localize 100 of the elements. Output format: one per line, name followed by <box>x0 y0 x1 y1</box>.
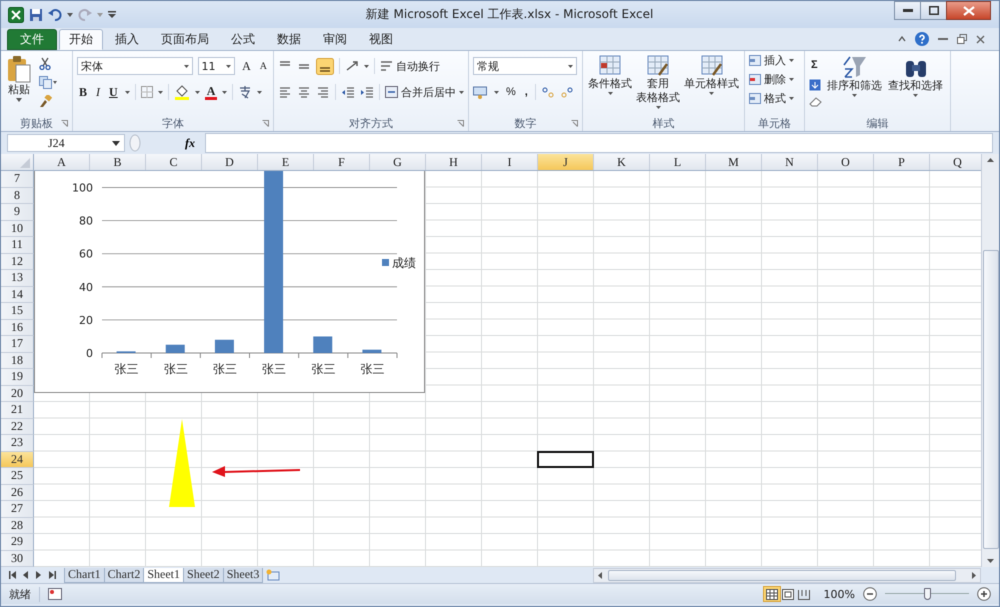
save-icon[interactable] <box>29 8 43 22</box>
row-header[interactable]: 24 <box>1 452 34 468</box>
phonetic-guide-icon[interactable] <box>238 85 252 99</box>
undo-icon[interactable] <box>48 8 62 22</box>
column-header[interactable]: G <box>370 154 426 170</box>
font-color-button[interactable]: A <box>204 84 218 100</box>
insert-function-button[interactable]: fx <box>145 136 201 150</box>
column-header[interactable]: J <box>538 154 594 170</box>
style-button[interactable]: 条件格式 <box>587 54 633 96</box>
customize-toolbar-icon[interactable] <box>108 10 116 18</box>
caret-icon[interactable] <box>67 12 73 16</box>
orientation-icon[interactable] <box>345 60 359 72</box>
bold-button[interactable]: B <box>77 84 90 100</box>
help-icon[interactable] <box>915 32 929 46</box>
increase-decimal-icon[interactable] <box>540 86 555 98</box>
row-header[interactable]: 26 <box>1 484 34 501</box>
zoom-level[interactable]: 100% <box>824 588 855 600</box>
row-header[interactable]: 12 <box>1 254 34 270</box>
caret-icon[interactable] <box>194 90 200 94</box>
increase-indent-icon[interactable] <box>360 86 374 98</box>
column-header[interactable]: E <box>258 154 314 170</box>
currency-icon[interactable] <box>473 86 489 98</box>
dialog-launcher-icon[interactable] <box>457 120 464 127</box>
border-icon[interactable] <box>140 86 153 98</box>
row-header[interactable]: 9 <box>1 204 34 220</box>
shrink-font-button[interactable]: A <box>258 58 269 74</box>
paste-button[interactable]: 粘贴 <box>5 54 33 103</box>
row-header[interactable]: 30 <box>1 550 34 567</box>
column-header[interactable]: F <box>314 154 370 170</box>
merge-center-button[interactable]: 合并后居中 <box>385 84 464 100</box>
caret-icon[interactable] <box>222 90 228 94</box>
formula-field[interactable] <box>205 133 993 153</box>
italic-button[interactable]: I <box>94 84 102 100</box>
column-header[interactable]: B <box>90 154 146 170</box>
font-name-field[interactable]: 宋体 <box>77 57 192 75</box>
percent-button[interactable]: % <box>504 84 518 100</box>
row-header[interactable]: 22 <box>1 418 34 435</box>
underline-button[interactable]: U <box>107 84 120 100</box>
caret-icon[interactable] <box>494 90 499 94</box>
ribbon-tab[interactable]: 页面布局 <box>151 29 219 50</box>
minimize-button[interactable] <box>894 1 921 20</box>
column-header[interactable]: D <box>202 154 258 170</box>
decrease-indent-icon[interactable] <box>341 86 355 98</box>
grow-font-button[interactable]: A <box>240 58 253 74</box>
row-header[interactable]: 15 <box>1 303 34 320</box>
column-header[interactable]: A <box>34 154 90 170</box>
row-header[interactable]: 7 <box>1 171 34 188</box>
format-painter-icon[interactable] <box>39 95 52 108</box>
eraser-icon[interactable] <box>809 97 822 107</box>
editing-button[interactable]: 排序和筛选 <box>826 54 883 98</box>
column-header[interactable]: P <box>874 154 930 170</box>
insert-sheet-icon[interactable] <box>266 569 280 581</box>
cut-icon[interactable] <box>39 57 51 70</box>
row-header[interactable]: 20 <box>1 386 34 402</box>
sheet-tab[interactable]: Chart1 <box>64 568 105 582</box>
row-header[interactable]: 13 <box>1 270 34 286</box>
restore-icon[interactable] <box>957 34 967 44</box>
maximize-button[interactable] <box>920 1 947 20</box>
ribbon-tab[interactable]: 视图 <box>359 29 403 50</box>
close-icon[interactable] <box>976 34 985 44</box>
sheet-tab[interactable]: Sheet1 <box>143 568 184 582</box>
dialog-launcher-icon[interactable] <box>571 120 578 127</box>
dialog-launcher-icon[interactable] <box>61 120 68 127</box>
fill-color-icon[interactable] <box>174 84 190 100</box>
editing-button[interactable]: 查找和选择 <box>887 54 944 98</box>
caret-icon[interactable] <box>257 90 262 94</box>
column-header[interactable]: K <box>594 154 650 170</box>
row-header[interactable]: 10 <box>1 220 34 237</box>
ribbon-tab[interactable]: 数据 <box>267 29 311 50</box>
align-bottom-icon[interactable] <box>316 58 334 74</box>
column-header[interactable]: M <box>706 154 762 170</box>
collapse-ribbon-icon[interactable] <box>898 36 906 42</box>
ribbon-tab[interactable]: 审阅 <box>313 29 357 50</box>
zoom-in-icon[interactable] <box>977 587 991 601</box>
ribbon-tab[interactable]: 插入 <box>105 29 149 50</box>
column-header[interactable]: N <box>762 154 818 170</box>
sheet-tab[interactable]: Sheet3 <box>222 568 264 582</box>
resize-handle-icon[interactable] <box>129 134 141 152</box>
row-header[interactable]: 29 <box>1 534 34 550</box>
scroll-thumb[interactable] <box>982 250 999 549</box>
cells-button[interactable]: 插入 <box>749 53 800 68</box>
row-header[interactable]: 23 <box>1 435 34 452</box>
copy-icon[interactable] <box>39 76 57 89</box>
ribbon-tab[interactable]: 开始 <box>59 29 103 50</box>
scroll-thumb[interactable] <box>608 570 956 580</box>
minimize-icon[interactable] <box>938 37 948 41</box>
caret-icon[interactable] <box>124 90 130 94</box>
vertical-scrollbar[interactable] <box>981 154 999 567</box>
file-tab[interactable]: 文件 <box>7 29 57 50</box>
caret-icon[interactable] <box>364 64 369 68</box>
align-center-icon[interactable] <box>297 86 311 98</box>
zoom-slider-thumb[interactable] <box>924 588 931 600</box>
align-left-icon[interactable] <box>278 86 292 98</box>
cells-button[interactable]: 格式 <box>749 91 800 106</box>
wrap-text-button[interactable]: 自动换行 <box>380 58 440 74</box>
style-button[interactable]: 单元格样式 <box>683 54 740 96</box>
row-header[interactable]: 18 <box>1 352 34 369</box>
sheet-tab[interactable]: Sheet2 <box>183 568 224 582</box>
last-sheet-icon[interactable] <box>49 571 56 579</box>
row-header[interactable]: 8 <box>1 188 34 204</box>
